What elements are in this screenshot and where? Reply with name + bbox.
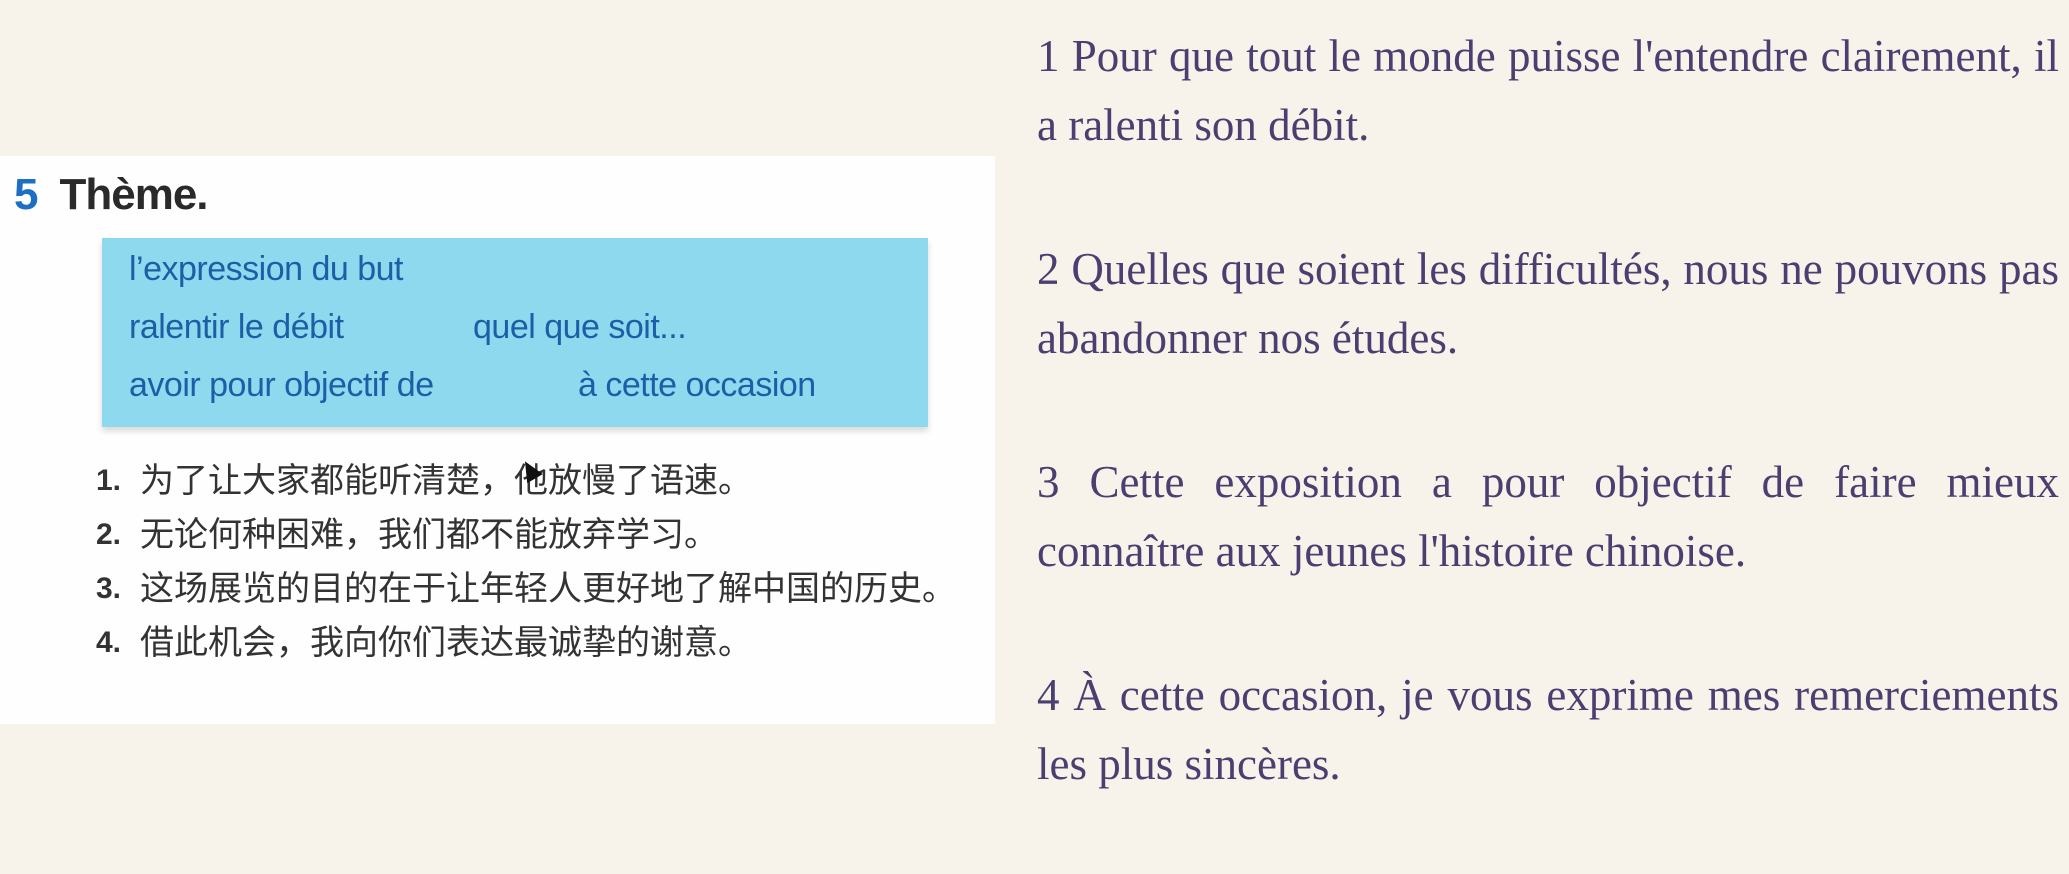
exercise-number: 5 bbox=[14, 170, 39, 219]
item-text: 为了让大家都能听清楚，他放慢了语速。 bbox=[140, 462, 752, 500]
answer-paragraph: 4 À cette occasion, je vous exprime mes … bbox=[1037, 670, 2059, 789]
exercise-title: Thème. bbox=[59, 170, 208, 219]
exercise-heading: 5 Thème. bbox=[14, 170, 209, 220]
vocabulary-box: l’expression du but ralentir le débit qu… bbox=[102, 238, 928, 427]
answer-paragraph: 1 Pour que tout le monde puisse l'entend… bbox=[1037, 31, 2059, 150]
answer-text: 1 Pour que tout le monde puisse l'entend… bbox=[1037, 22, 2059, 874]
item-text: 这场展览的目的在于让年轻人更好地了解中国的历史。 bbox=[140, 570, 956, 608]
item-number: 2. bbox=[96, 518, 122, 551]
vocab-item: ralentir le débit bbox=[129, 308, 344, 346]
list-item: 3. 这场展览的目的在于让年轻人更好地了解中国的历史。 bbox=[96, 562, 1030, 616]
sentence-list: 1. 为了让大家都能听清楚，他放慢了语速。 2. 无论何种困难，我们都不能放弃学习。… bbox=[96, 454, 1030, 670]
item-number: 1. bbox=[96, 464, 122, 497]
item-number: 3. bbox=[96, 572, 122, 605]
vocab-item: avoir pour objectif de bbox=[129, 366, 434, 404]
vocab-item: à cette occasion bbox=[578, 366, 816, 404]
vocab-item: l’expression du but bbox=[129, 250, 404, 288]
answer-paragraph: 3 Cette exposition a pour objectif de fa… bbox=[1037, 457, 2059, 576]
vocab-item: quel que soit... bbox=[473, 308, 687, 346]
list-item: 4. 借此机会，我向你们表达最诚挚的谢意。 bbox=[96, 616, 1000, 670]
list-item: 1. 为了让大家都能听清楚，他放慢了语速。 bbox=[96, 454, 1000, 508]
textbook-exercise-panel: 5 Thème. l’expression du but ralentir le … bbox=[0, 156, 995, 724]
list-item: 2. 无论何种困难，我们都不能放弃学习。 bbox=[96, 508, 1000, 562]
item-text: 无论何种困难，我们都不能放弃学习。 bbox=[140, 516, 718, 554]
item-text: 借此机会，我向你们表达最诚挚的谢意。 bbox=[140, 624, 752, 662]
item-number: 4. bbox=[96, 626, 122, 659]
answer-paragraph: 2 Quelles que soient les difficultés, no… bbox=[1037, 244, 2059, 363]
